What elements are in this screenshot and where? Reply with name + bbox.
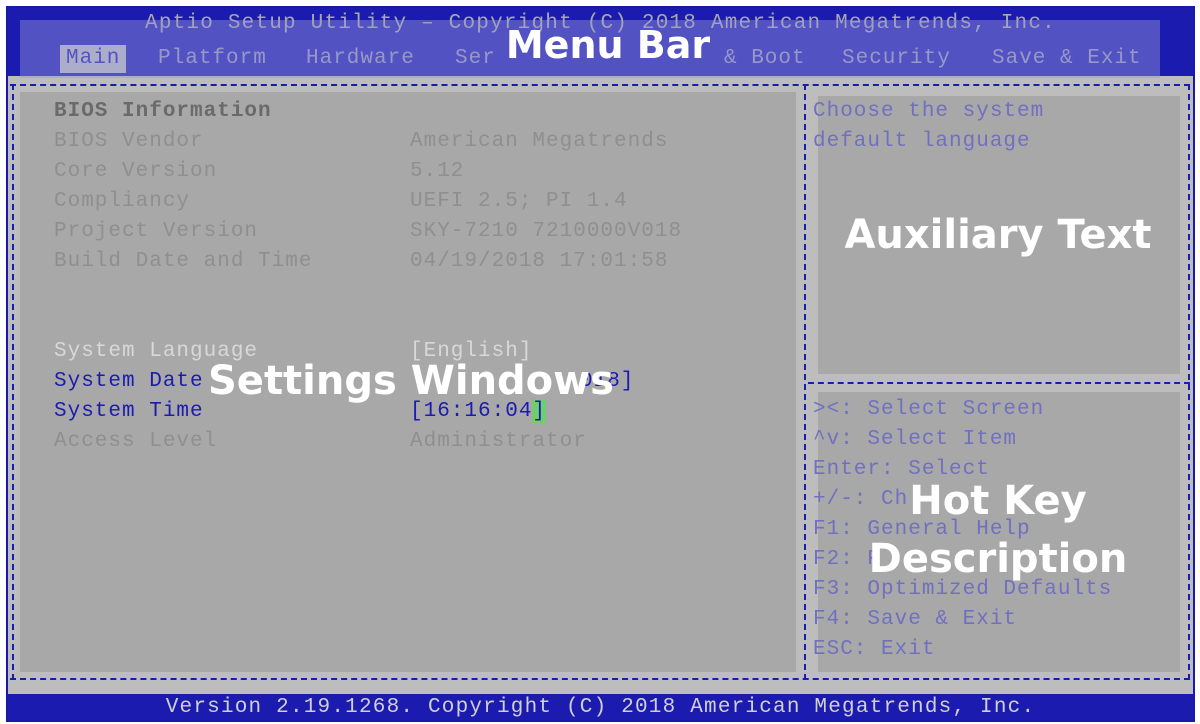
compliancy-label: Compliancy — [54, 190, 191, 213]
hot-key-callout-line-2: Description — [868, 536, 1128, 582]
compliancy-value: UEFI 2.5; PI 1.4 — [410, 190, 628, 213]
bottom-border — [10, 678, 1190, 680]
bios-vendor-value: American Megatrends — [410, 130, 669, 153]
access-level-value: Administrator — [410, 430, 587, 453]
hot-key-callout-line-1: Hot Key — [909, 478, 1087, 524]
system-date-label[interactable]: System Date — [54, 370, 204, 393]
system-time-label[interactable]: System Time — [54, 400, 204, 423]
right-border — [1188, 84, 1190, 680]
core-version-value: 5.12 — [410, 160, 465, 183]
auxiliary-text-callout: Auxiliary Text — [844, 212, 1152, 258]
core-version-label: Core Version — [54, 160, 218, 183]
project-version-label: Project Version — [54, 220, 259, 243]
build-date-label: Build Date and Time — [54, 250, 313, 273]
menu-bar-callout: Menu Bar — [505, 23, 711, 67]
top-border — [10, 84, 1190, 86]
bios-vendor-label: BIOS Vendor — [54, 130, 204, 153]
left-border — [12, 84, 14, 680]
aux-text-line-2: default language — [813, 130, 1031, 153]
hotkey-esc: ESC: Exit — [813, 638, 936, 661]
hotkey-f4: F4: Save & Exit — [813, 608, 1018, 631]
bios-screen: Aptio Setup Utility – Copyright (C) 2018… — [6, 6, 1195, 722]
project-version-value: SKY-7210 7210000V018 — [410, 220, 683, 243]
bios-info-heading: BIOS Information — [54, 100, 272, 123]
version-bar: Version 2.19.1268. Copyright (C) 2018 Am… — [8, 694, 1193, 720]
hotkey-select-screen: ><: Select Screen — [813, 398, 1045, 421]
right-divider — [808, 382, 1190, 384]
settings-windows-callout: Settings Windows — [208, 358, 614, 404]
hotkey-select-item: ^v: Select Item — [813, 428, 1018, 451]
center-divider — [804, 84, 806, 680]
build-date-value: 04/19/2018 17:01:58 — [410, 250, 669, 273]
aux-text-line-1: Choose the system — [813, 100, 1045, 123]
access-level-label: Access Level — [54, 430, 218, 453]
